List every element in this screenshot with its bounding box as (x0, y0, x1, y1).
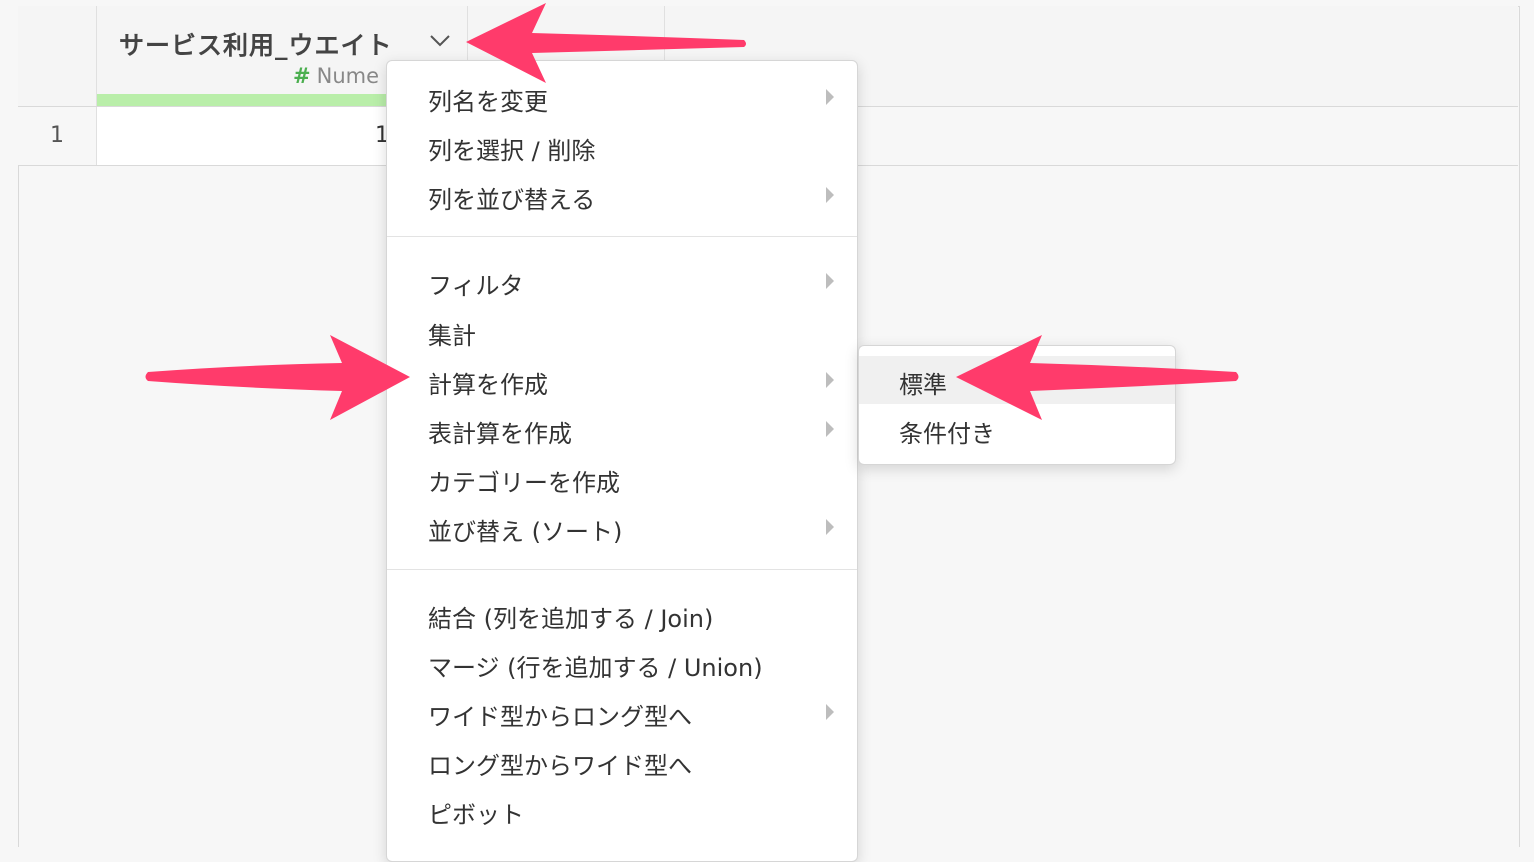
menu-item[interactable]: マージ (行を追加する / Union) (387, 641, 857, 685)
table-cell[interactable]: 1 (97, 107, 389, 165)
menu-item-label: フィルタ (428, 272, 524, 300)
menu-item[interactable]: ロング型からワイド型へ (387, 739, 857, 783)
chevron-right-icon (826, 421, 834, 437)
menu-item-label: 結合 (列を追加する / Join) (428, 605, 714, 633)
menu-item[interactable]: ワイド型からロング型へ (387, 690, 857, 734)
menu-item-label: 表計算を作成 (428, 420, 572, 448)
chevron-right-icon (826, 187, 834, 203)
menu-item[interactable]: カテゴリーを作成 (387, 456, 857, 500)
menu-item-label: 集計 (428, 322, 476, 350)
menu-item-label: ロング型からワイド型へ (428, 752, 692, 780)
menu-item-label: 列を選択 / 削除 (428, 137, 596, 165)
menu-item-label: 計算を作成 (428, 371, 548, 399)
menu-item[interactable]: 集計 (387, 309, 857, 353)
menu-item-label: 列を並び替える (428, 186, 596, 214)
submenu-item-label: 標準 (899, 371, 947, 399)
chevron-right-icon (826, 273, 834, 289)
menu-item[interactable]: 計算を作成 (387, 358, 857, 402)
annotation-arrow-left (145, 335, 410, 420)
annotation-arrow-right (956, 335, 1239, 420)
row-number: 1 (18, 107, 97, 165)
menu-separator (387, 569, 857, 570)
menu-item[interactable]: 列を並び替える (387, 173, 857, 217)
menu-item-label: マージ (行を追加する / Union) (428, 654, 763, 682)
menu-item-label: 並び替え (ソート) (428, 518, 623, 546)
chevron-right-icon (826, 519, 834, 535)
menu-item[interactable]: 列を選択 / 削除 (387, 124, 857, 168)
menu-item[interactable]: 並び替え (ソート) (387, 505, 857, 549)
menu-item[interactable]: 結合 (列を追加する / Join) (387, 592, 857, 636)
column-type: # Nume (293, 64, 379, 88)
menu-item[interactable]: ピボット (387, 788, 857, 832)
chevron-right-icon (826, 704, 834, 720)
menu-item-label: カテゴリーを作成 (428, 469, 620, 497)
menu-item[interactable]: 表計算を作成 (387, 407, 857, 451)
column-context-menu: 列名を変更 列を選択 / 削除 列を並び替える フィルタ 集計 計算を作成 表計算を作成 カテ… (386, 60, 858, 862)
column-name: サービス利用_ウエイト (119, 31, 393, 60)
menu-item-label: ワイド型からロング型へ (428, 703, 692, 731)
chevron-down-icon[interactable] (429, 32, 451, 48)
menu-item-label: ピボット (428, 801, 524, 829)
row-number-header (18, 6, 97, 106)
menu-separator (387, 236, 857, 237)
menu-item[interactable]: フィルタ (387, 259, 857, 303)
hash-icon: # (293, 64, 311, 88)
chevron-right-icon (826, 89, 834, 105)
column-type-label: Nume (316, 64, 380, 88)
chevron-right-icon (826, 372, 834, 388)
annotation-arrow-top (466, 3, 746, 83)
